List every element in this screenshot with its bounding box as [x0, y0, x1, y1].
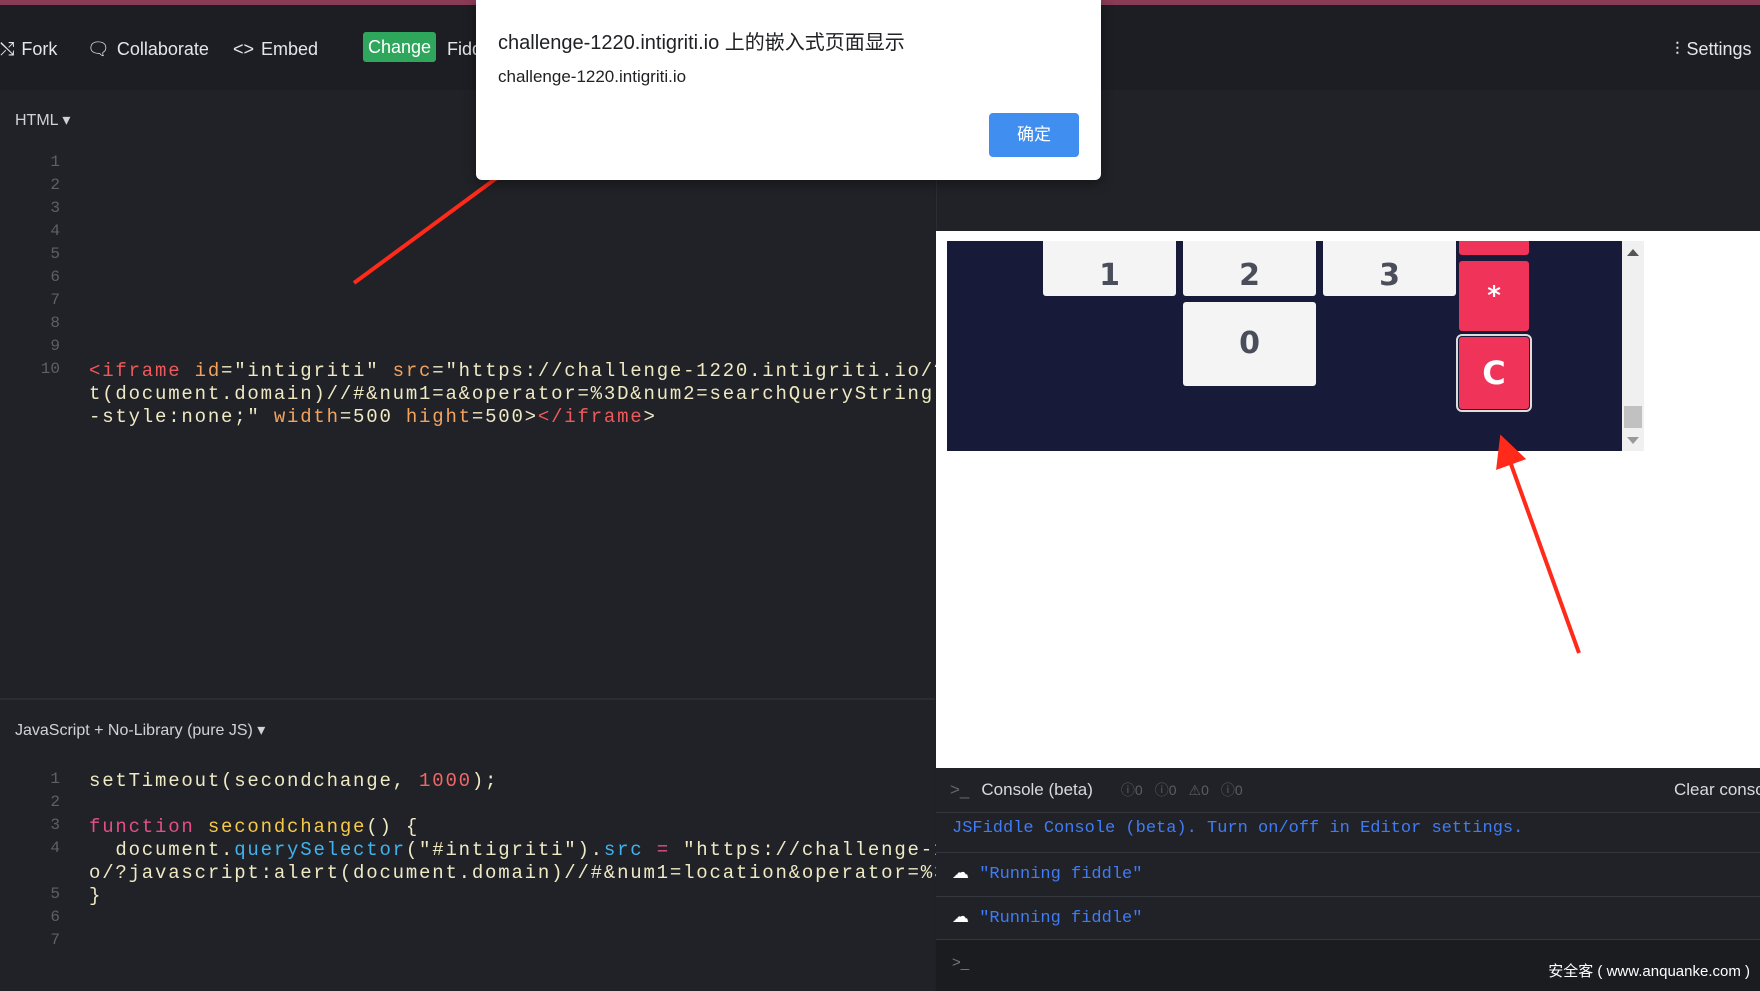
alert-dialog: challenge-1220.intigriti.io 上的嵌入式页面显示 ch…	[476, 0, 1101, 180]
dialog-title: challenge-1220.intigriti.io 上的嵌入式页面显示	[498, 32, 905, 54]
dialog-message: challenge-1220.intigriti.io	[498, 67, 687, 86]
ok-button[interactable]: 确定	[989, 113, 1079, 157]
arrow-to-clear-key	[1496, 434, 1581, 654]
